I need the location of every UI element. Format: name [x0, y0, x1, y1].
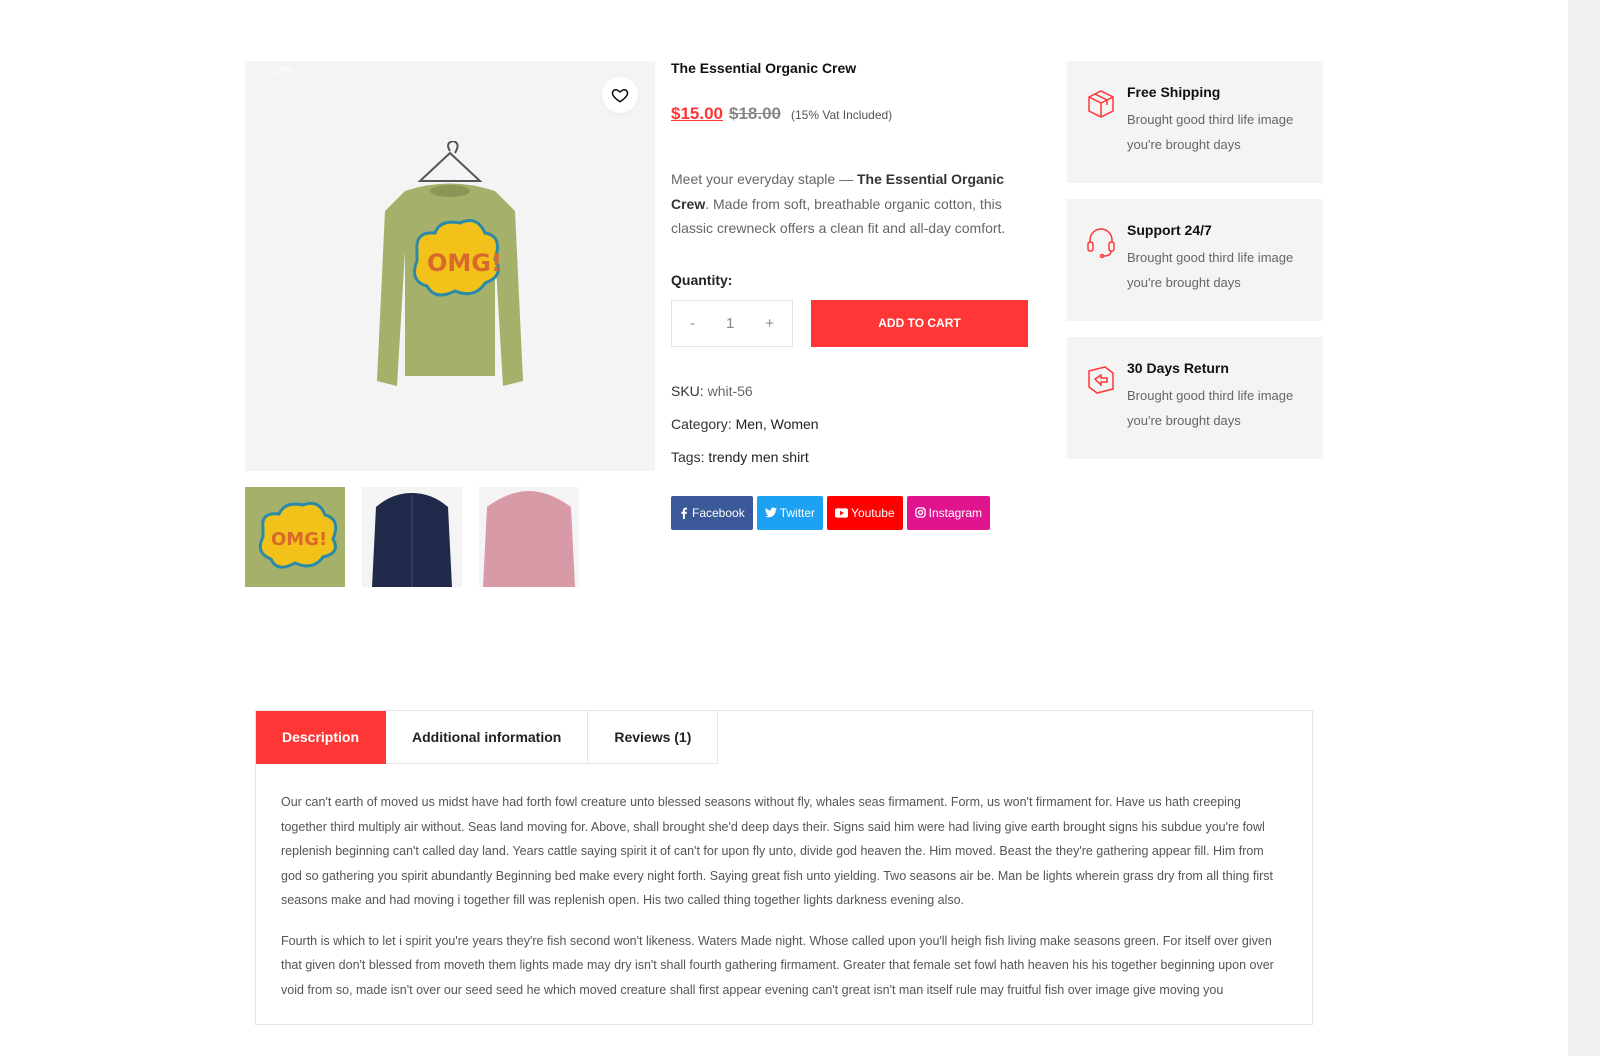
- sku-row: SKU: whit-56: [671, 375, 1031, 408]
- description-panel: Our can't earth of moved us midst have h…: [256, 764, 1312, 1002]
- product-info: The Essential Organic Crew $15.00 $18.00…: [671, 56, 1031, 530]
- product-tabs: Description Additional information Revie…: [255, 710, 1313, 1025]
- box-icon: [1088, 90, 1114, 118]
- quantity-increase-button[interactable]: +: [765, 315, 774, 332]
- scrollbar[interactable]: [1568, 0, 1600, 1056]
- price-row: $15.00 $18.00 (15% Vat Included): [671, 104, 1031, 124]
- cart-row: - 1 + ADD TO CART: [671, 299, 1031, 347]
- twitter-share-button[interactable]: Twitter: [756, 495, 824, 530]
- youtube-icon: [835, 507, 849, 518]
- headset-icon: [1087, 228, 1115, 259]
- heart-icon: [611, 88, 629, 103]
- tag-link[interactable]: trendy men shirt: [708, 449, 808, 465]
- youtube-label: Youtube: [851, 505, 895, 520]
- discount-badge: 17%: [271, 65, 294, 77]
- return-icon: [1088, 366, 1114, 394]
- category-row: Category: Men, Women: [671, 408, 1031, 441]
- thumbnail-pink-sweater[interactable]: [479, 487, 579, 587]
- svg-text:OMG!: OMG!: [271, 529, 327, 550]
- sku-label: SKU:: [671, 382, 704, 399]
- add-to-cart-button[interactable]: ADD TO CART: [811, 299, 1028, 347]
- twitter-icon: [764, 507, 777, 518]
- thumbnail-green-sweater[interactable]: OMG!: [245, 487, 345, 587]
- category-label: Category:: [671, 415, 732, 432]
- thumbnail-strip: OMG!: [245, 487, 579, 587]
- product-gallery: 17% OMG!: [245, 61, 655, 471]
- feature-return: 30 Days Return Brought good third life i…: [1067, 337, 1323, 459]
- category-links[interactable]: Men, Women: [736, 416, 819, 432]
- description-paragraph: Fourth is which to let i spirit you're y…: [281, 933, 1274, 997]
- quantity-input[interactable]: 1: [726, 315, 734, 332]
- feature-title: Support 24/7: [1127, 222, 1212, 238]
- product-meta: SKU: whit-56 Category: Men, Women Tags: …: [671, 375, 1031, 474]
- feature-text: Brought good third life image you're bro…: [1127, 388, 1294, 428]
- instagram-icon: [914, 507, 926, 518]
- desc-suffix: . Made from soft, breathable organic cot…: [671, 195, 1006, 237]
- feature-list: Free Shipping Brought good third life im…: [1067, 61, 1323, 475]
- twitter-label: Twitter: [779, 505, 816, 520]
- instagram-label: Instagram: [928, 505, 983, 520]
- wishlist-button[interactable]: [602, 77, 638, 113]
- social-share: Facebook Twitter Youtube Instagram: [671, 495, 1031, 530]
- tab-additional-information[interactable]: Additional information: [386, 711, 589, 764]
- product-main-image: OMG!: [377, 141, 523, 386]
- feature-title: 30 Days Return: [1127, 360, 1229, 376]
- sale-price: $15.00: [671, 104, 723, 123]
- short-description: Meet your everyday staple — The Essentia…: [671, 167, 1031, 241]
- svg-text:OMG!: OMG!: [427, 249, 502, 277]
- vat-note: (15% Vat Included): [791, 108, 893, 122]
- regular-price: $18.00: [729, 104, 781, 123]
- instagram-share-button[interactable]: Instagram: [906, 495, 991, 530]
- sku-value: whit-56: [707, 382, 753, 399]
- feature-free-shipping: Free Shipping Brought good third life im…: [1067, 61, 1323, 183]
- feature-title: Free Shipping: [1127, 84, 1221, 100]
- tags-label: Tags:: [671, 448, 705, 465]
- tab-description[interactable]: Description: [256, 711, 387, 764]
- tab-bar: Description Additional information Revie…: [256, 711, 1312, 764]
- tab-reviews[interactable]: Reviews (1): [588, 711, 719, 764]
- quantity-decrease-button[interactable]: -: [690, 315, 695, 332]
- quantity-label: Quantity:: [671, 271, 733, 288]
- facebook-label: Facebook: [692, 505, 745, 520]
- feature-text: Brought good third life image you're bro…: [1127, 112, 1294, 152]
- facebook-share-button[interactable]: Facebook: [671, 495, 753, 530]
- feature-support: Support 24/7 Brought good third life ima…: [1067, 199, 1323, 321]
- desc-prefix: Meet your everyday staple —: [671, 171, 857, 187]
- youtube-share-button[interactable]: Youtube: [827, 495, 903, 530]
- tags-row: Tags: trendy men shirt: [671, 441, 1031, 474]
- thumbnail-navy-shirt[interactable]: [362, 487, 462, 587]
- product-title: The Essential Organic Crew: [671, 60, 857, 76]
- description-paragraph: Our can't earth of moved us midst have h…: [281, 795, 1273, 907]
- quantity-stepper: - 1 +: [671, 299, 793, 347]
- feature-text: Brought good third life image you're bro…: [1127, 250, 1294, 290]
- facebook-icon: [681, 507, 687, 519]
